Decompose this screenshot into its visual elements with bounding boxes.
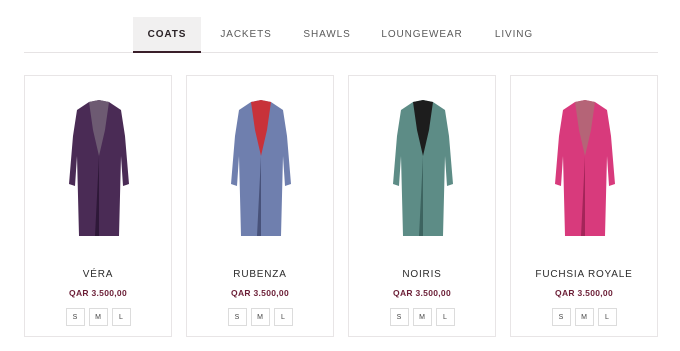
size-s[interactable]: S <box>65 308 85 326</box>
product-name[interactable]: NOIRIS <box>349 269 495 280</box>
size-l[interactable]: L <box>597 308 617 326</box>
size-s[interactable]: S <box>551 308 571 326</box>
size-l[interactable]: L <box>111 308 131 326</box>
size-m[interactable]: M <box>250 308 270 326</box>
product-name[interactable]: FUCHSIA ROYALE <box>511 269 657 280</box>
tab-living[interactable]: LIVING <box>494 17 534 52</box>
product-card[interactable]: NOIRIS QAR 3.500,00 S M L <box>348 75 496 337</box>
product-card[interactable]: VÉRA QAR 3.500,00 S M L <box>24 75 172 337</box>
product-name[interactable]: VÉRA <box>25 269 171 280</box>
size-options: S M L <box>25 308 171 326</box>
size-m[interactable]: M <box>88 308 108 326</box>
product-price: QAR 3.500,00 <box>393 288 451 298</box>
tab-loungewear[interactable]: LOUNGEWEAR <box>381 17 461 52</box>
product-card[interactable]: RUBENZA QAR 3.500,00 S M L <box>186 75 334 337</box>
size-l[interactable]: L <box>273 308 293 326</box>
size-s[interactable]: S <box>227 308 247 326</box>
size-options: S M L <box>511 308 657 326</box>
product-price: QAR 3.500,00 <box>555 288 613 298</box>
product-name[interactable]: RUBENZA <box>187 269 333 280</box>
product-price: QAR 3.500,00 <box>231 288 289 298</box>
size-options: S M L <box>187 308 333 326</box>
product-image[interactable] <box>545 96 625 238</box>
size-m[interactable]: M <box>574 308 594 326</box>
size-m[interactable]: M <box>412 308 432 326</box>
product-price: QAR 3.500,00 <box>69 288 127 298</box>
product-image[interactable] <box>59 96 139 238</box>
product-image[interactable] <box>221 96 301 238</box>
size-s[interactable]: S <box>389 308 409 326</box>
product-image[interactable] <box>383 96 463 238</box>
category-tabs: COATS JACKETS SHAWLS LOUNGEWEAR LIVING <box>24 17 658 53</box>
tab-shawls[interactable]: SHAWLS <box>303 17 350 52</box>
tab-jackets[interactable]: JACKETS <box>220 17 272 52</box>
size-options: S M L <box>349 308 495 326</box>
size-l[interactable]: L <box>435 308 455 326</box>
product-card[interactable]: FUCHSIA ROYALE QAR 3.500,00 S M L <box>510 75 658 337</box>
tab-coats[interactable]: COATS <box>133 17 201 53</box>
